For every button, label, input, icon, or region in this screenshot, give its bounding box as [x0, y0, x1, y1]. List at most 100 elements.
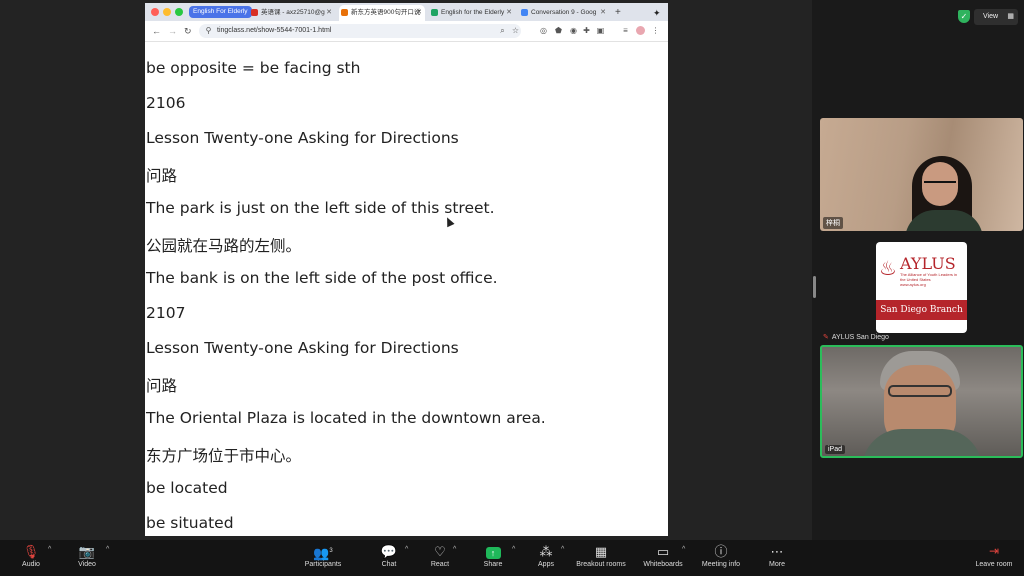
- puzzle-icon[interactable]: ✚: [582, 26, 591, 35]
- close-window-icon[interactable]: [151, 8, 159, 16]
- site-favicon-icon: [341, 9, 348, 16]
- tab-label: 英语课 - axz25710@g: [261, 9, 325, 16]
- page-content: be opposite = be facing sth 2106 Lesson …: [145, 42, 668, 536]
- participants-button[interactable]: 👥3 Participants: [295, 543, 351, 570]
- torch-icon: ♨: [879, 258, 897, 280]
- participant-glasses: [888, 385, 952, 397]
- participants-icon: 👥3: [313, 545, 333, 561]
- apps-label: Apps: [538, 561, 554, 568]
- tab-label: Conversation 9 - Goog: [531, 9, 597, 16]
- close-tab-icon[interactable]: ✕: [600, 5, 606, 21]
- minimize-window-icon[interactable]: [163, 8, 171, 16]
- tab-bar: English For Elderly 英语课 - axz25710@g ✕ 新…: [145, 3, 668, 21]
- zoom-icon[interactable]: ⌕: [498, 26, 507, 35]
- panel-resize-handle[interactable]: [813, 276, 816, 298]
- menu-kebab-icon[interactable]: ⋮: [651, 26, 660, 35]
- view-label: View: [983, 13, 999, 20]
- apps-icon: ⁂: [539, 544, 553, 559]
- content-line: The bank is on the left side of the post…: [146, 269, 498, 287]
- content-line: Lesson Twenty-one Asking for Directions: [146, 129, 459, 147]
- encryption-shield-icon[interactable]: ✓: [958, 10, 970, 23]
- address-bar[interactable]: ⚲ tingclass.net/show-5544-7001-1.html ⌕ …: [199, 24, 521, 38]
- participant-body: [862, 429, 982, 456]
- profile-avatar[interactable]: [636, 26, 645, 35]
- participants-count: 3: [329, 548, 333, 554]
- participant-name: AYLUS San Diego: [831, 334, 889, 341]
- shield-extension-icon[interactable]: ⬟: [554, 26, 563, 35]
- chat-options-caret[interactable]: ^: [405, 546, 408, 553]
- leave-room-button[interactable]: ⇥ Leave room: [966, 543, 1022, 570]
- view-button[interactable]: View ▦: [974, 9, 1018, 25]
- bookmark-star-icon[interactable]: ☆: [511, 26, 520, 35]
- tab-group-chip[interactable]: English For Elderly: [189, 6, 252, 18]
- active-speaker-tile[interactable]: iPad: [820, 345, 1023, 458]
- leave-label: Leave room: [975, 561, 1013, 568]
- side-panel-icon[interactable]: ▣: [596, 26, 605, 35]
- content-line: The park is just on the left side of thi…: [146, 199, 495, 217]
- chat-button[interactable]: 💬 Chat: [361, 543, 417, 570]
- video-options-caret[interactable]: ^: [106, 546, 109, 553]
- content-line: 2106: [146, 94, 186, 112]
- media-icon[interactable]: ≡: [621, 26, 630, 35]
- url-text: tingclass.net/show-5544-7001-1.html: [217, 27, 332, 34]
- participant-name: iPad: [825, 445, 846, 454]
- tab-gmail[interactable]: 英语课 - axz25710@g ✕: [249, 5, 335, 21]
- tab-search-icon[interactable]: ✦: [653, 5, 661, 21]
- react-button[interactable]: ♡ React: [412, 543, 468, 570]
- tab-conversation[interactable]: Conversation 9 - Goog ✕: [519, 5, 609, 21]
- react-label: React: [430, 561, 450, 568]
- site-info-icon[interactable]: ⚲: [204, 26, 213, 35]
- docs-icon: [521, 9, 528, 16]
- tab-active[interactable]: 新东方英语900句开口说 ✕: [339, 5, 425, 21]
- close-tab-icon[interactable]: ✕: [416, 5, 422, 21]
- whiteboards-label: Whiteboards: [643, 561, 683, 568]
- apps-options-caret[interactable]: ^: [561, 546, 564, 553]
- breakout-label: Breakout rooms: [576, 561, 626, 568]
- video-tile[interactable]: ♨ AYLUS The Alliance of Youth Leaders in…: [820, 232, 1023, 345]
- content-line: Lesson Twenty-one Asking for Directions: [146, 339, 459, 357]
- branch-label: San Diego Branch: [876, 300, 967, 320]
- gmail-icon: [251, 9, 258, 16]
- tab-label: English for the Elderly: [441, 9, 505, 16]
- participant-name: 梓桐: [823, 217, 843, 229]
- breakout-grid-icon: ▦: [594, 544, 608, 559]
- tab-english-elderly[interactable]: English for the Elderly ✕: [429, 5, 515, 21]
- aylus-logo: ♨ AYLUS The Alliance of Youth Leaders in…: [876, 242, 967, 333]
- meeting-info-label: Meeting info: [701, 561, 741, 568]
- close-tab-icon[interactable]: ✕: [326, 5, 332, 21]
- maximize-window-icon[interactable]: [175, 8, 183, 16]
- info-icon: ⓘ: [714, 544, 728, 559]
- forward-icon[interactable]: →: [168, 24, 177, 38]
- logo-title: AYLUS: [900, 254, 956, 273]
- more-button[interactable]: ⋯ More: [749, 543, 805, 570]
- apps-button[interactable]: ⁂ Apps: [518, 543, 574, 570]
- back-icon[interactable]: ←: [152, 24, 161, 38]
- content-line: 公园就在马路的左侧。: [146, 237, 302, 255]
- close-tab-icon[interactable]: ✕: [506, 5, 512, 21]
- chat-label: Chat: [381, 561, 397, 568]
- more-dots-icon: ⋯: [770, 544, 784, 559]
- new-tab-icon[interactable]: +: [615, 5, 621, 21]
- audio-label: Audio: [22, 561, 40, 568]
- video-tile[interactable]: 梓桐: [820, 118, 1023, 231]
- extension-icon[interactable]: ◉: [569, 26, 578, 35]
- content-line: 问路: [146, 377, 178, 395]
- muted-mic-icon: ✎: [823, 334, 829, 341]
- meeting-info-button[interactable]: ⓘ Meeting info: [693, 543, 749, 570]
- share-options-caret[interactable]: ^: [512, 546, 515, 553]
- content-line: 问路: [146, 167, 178, 185]
- tab-label: 新东方英语900句开口说: [351, 9, 421, 16]
- participant-name-row: ✎ AYLUS San Diego: [823, 333, 889, 341]
- participant-glasses: [924, 181, 956, 188]
- more-label: More: [769, 561, 785, 568]
- content-line: be situated: [146, 514, 234, 532]
- content-line: be opposite = be facing sth: [146, 59, 361, 77]
- breakout-rooms-button[interactable]: ▦ Breakout rooms: [573, 543, 629, 570]
- react-options-caret[interactable]: ^: [453, 546, 456, 553]
- meeting-stage: English For Elderly 英语课 - axz25710@g ✕ 新…: [0, 0, 1024, 540]
- chat-icon: 💬: [380, 544, 398, 559]
- audio-options-caret[interactable]: ^: [48, 546, 51, 553]
- reload-icon[interactable]: ↻: [184, 24, 192, 38]
- extension-icon[interactable]: ◎: [539, 26, 548, 35]
- whiteboards-options-caret[interactable]: ^: [682, 546, 685, 553]
